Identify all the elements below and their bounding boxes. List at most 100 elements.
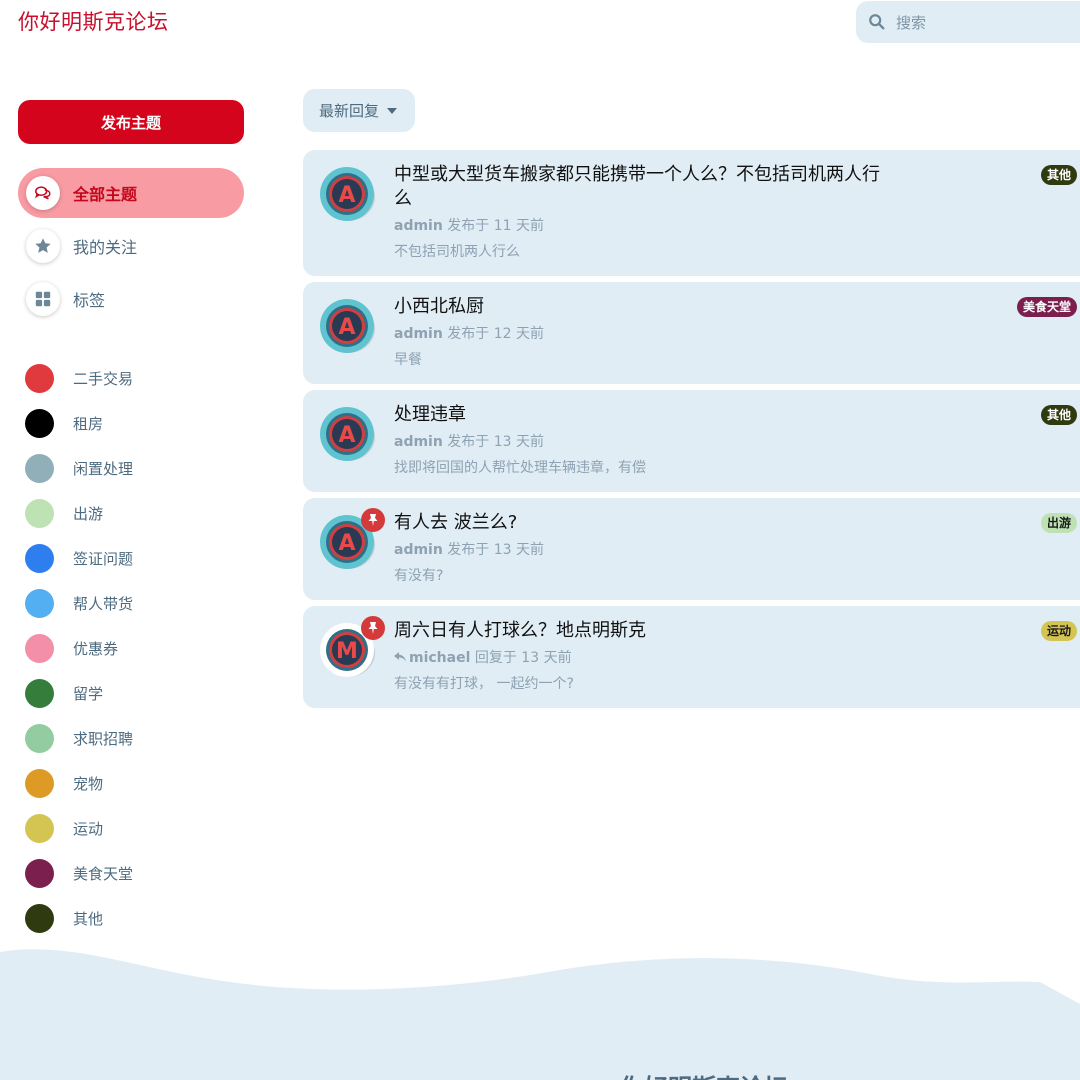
author-name[interactable]: admin — [394, 326, 443, 342]
tag-color-dot — [25, 634, 54, 663]
discussion-excerpt: 找即将回国的人帮忙处理车辆违章，有偿 — [394, 460, 646, 476]
tag-label: 留学 — [73, 685, 104, 703]
caret-down-icon — [387, 107, 398, 114]
nav-following[interactable]: 我的关注 — [18, 221, 244, 271]
avatar[interactable]: A — [317, 404, 377, 464]
tag-label: 二手交易 — [73, 370, 134, 388]
search-icon — [869, 14, 885, 30]
discussion-title[interactable]: 中型或大型货车搬家都只能携带一个人么？不包括司机两人行么 — [394, 163, 894, 211]
comments-icon — [26, 176, 60, 210]
sidebar-tag-item[interactable]: 美食天堂 — [25, 851, 133, 896]
start-discussion-button[interactable]: 发布主题 — [18, 100, 244, 144]
discussion-title[interactable]: 小西北私厨 — [394, 295, 894, 319]
footer-title: 你好明斯克论坛 — [620, 1068, 788, 1080]
discussion-item[interactable]: A 中型或大型货车搬家都只能携带一个人么？不包括司机两人行么 admin 发布于 1… — [303, 150, 1080, 276]
discussion-item[interactable]: A 处理违章 admin 发布于 13 天前找即将回国的人帮忙处理车辆违章，有偿 其他 — [303, 390, 1080, 492]
star-icon — [26, 229, 60, 263]
sidebar-tag-item[interactable]: 出游 — [25, 491, 133, 536]
tag-label: 出游 — [73, 505, 104, 523]
discussion-title[interactable]: 处理违章 — [394, 403, 894, 427]
tag-color-dot — [25, 544, 54, 573]
tag-label: 租房 — [73, 415, 104, 433]
post-time: 回复于 13 天前 — [474, 650, 572, 666]
discussion-item[interactable]: A 有人去 波兰么? admin 发布于 13 天前 有没有? 出游 — [303, 498, 1080, 600]
nav-all-discussions[interactable]: 全部主题 — [18, 168, 244, 218]
tag-label: 其他 — [73, 910, 104, 928]
tag-color-dot — [25, 679, 54, 708]
post-time: 发布于 12 天前 — [447, 326, 544, 342]
tag-list: 二手交易租房闲置处理出游签证问题帮人带货优惠券留学求职招聘宠物运动美食天堂其他 — [25, 356, 133, 941]
avatar[interactable]: A — [317, 296, 377, 356]
nav-tags[interactable]: 标签 — [18, 274, 244, 324]
tag-label: 帮人带货 — [73, 595, 134, 613]
tag-color-dot — [25, 769, 54, 798]
author-name[interactable]: admin — [394, 434, 443, 450]
sort-label: 最新回复 — [319, 102, 380, 120]
discussion-title[interactable]: 周六日有人打球么？地点明斯克 — [394, 619, 894, 643]
sidebar-tag-item[interactable]: 二手交易 — [25, 356, 133, 401]
sidebar-nav: 全部主题 我的关注 标签 — [18, 168, 244, 327]
tag-color-dot — [25, 409, 54, 438]
discussion-meta: admin 发布于 11 天前 — [394, 216, 1080, 236]
nav-label: 全部主题 — [73, 185, 138, 204]
svg-text:A: A — [338, 183, 355, 208]
author-name[interactable]: admin — [394, 218, 443, 234]
svg-text:A: A — [338, 423, 355, 448]
sidebar-tag-item[interactable]: 帮人带货 — [25, 581, 133, 626]
discussion-meta: michael 回复于 13 天前 — [394, 648, 1080, 668]
discussion-meta: admin 发布于 12 天前 — [394, 324, 1080, 344]
tag-badge[interactable]: 运动 — [1040, 621, 1077, 641]
sidebar-tag-item[interactable]: 宠物 — [25, 761, 133, 806]
tag-badge[interactable]: 其他 — [1040, 165, 1077, 185]
discussion-excerpt: 不包括司机两人行么 — [394, 244, 520, 260]
tag-label: 美食天堂 — [73, 865, 134, 883]
sidebar-tag-item[interactable]: 签证问题 — [25, 536, 133, 581]
tag-badge[interactable]: 其他 — [1040, 405, 1077, 425]
sidebar-tag-item[interactable]: 求职招聘 — [25, 716, 133, 761]
tag-label: 闲置处理 — [73, 460, 134, 478]
author-name[interactable]: michael — [409, 650, 470, 666]
sidebar-tag-item[interactable]: 其他 — [25, 896, 133, 941]
tag-badge[interactable]: 出游 — [1040, 513, 1077, 533]
forum-title[interactable]: 你好明斯克论坛 — [18, 6, 169, 36]
search-field[interactable]: 搜索 — [856, 1, 1080, 43]
post-time: 发布于 13 天前 — [447, 542, 544, 558]
tag-color-dot — [25, 859, 54, 888]
discussion-excerpt: 有没有有打球， 一起约一个? — [394, 676, 574, 692]
reply-icon — [394, 652, 406, 662]
avatar[interactable]: A — [317, 164, 377, 224]
sort-dropdown[interactable]: 最新回复 — [303, 89, 415, 132]
discussion-item[interactable]: M 周六日有人打球么？地点明斯克 michael 回复于 13 天前有没有有打球， … — [303, 606, 1080, 708]
discussion-meta: admin 发布于 13 天前 — [394, 432, 1080, 452]
nav-label: 标签 — [73, 291, 106, 310]
discussion-excerpt: 有没有? — [394, 568, 444, 584]
tag-color-dot — [25, 454, 54, 483]
footer-wave — [0, 940, 1080, 1080]
tag-color-dot — [25, 499, 54, 528]
sidebar-tag-item[interactable]: 闲置处理 — [25, 446, 133, 491]
discussion-meta: admin 发布于 13 天前 — [394, 540, 1080, 560]
discussion-excerpt: 早餐 — [394, 352, 422, 368]
tag-label: 运动 — [73, 820, 104, 838]
svg-text:A: A — [338, 531, 355, 556]
discussion-title[interactable]: 有人去 波兰么? — [394, 511, 894, 535]
svg-text:M: M — [336, 639, 358, 664]
tag-label: 宠物 — [73, 775, 104, 793]
author-name[interactable]: admin — [394, 542, 443, 558]
tag-label: 签证问题 — [73, 550, 134, 568]
sidebar-tag-item[interactable]: 优惠券 — [25, 626, 133, 671]
tag-badge[interactable]: 美食天堂 — [1016, 297, 1077, 317]
grid-icon — [26, 282, 60, 316]
tag-color-dot — [25, 814, 54, 843]
nav-label: 我的关注 — [73, 238, 138, 257]
tag-label: 求职招聘 — [73, 730, 134, 748]
post-time: 发布于 13 天前 — [447, 434, 544, 450]
sidebar-tag-item[interactable]: 租房 — [25, 401, 133, 446]
discussion-item[interactable]: A 小西北私厨 admin 发布于 12 天前早餐 美食天堂 — [303, 282, 1080, 384]
tag-color-dot — [25, 364, 54, 393]
pin-icon — [361, 616, 385, 640]
post-time: 发布于 11 天前 — [447, 218, 544, 234]
sidebar-tag-item[interactable]: 运动 — [25, 806, 133, 851]
svg-text:A: A — [338, 315, 355, 340]
sidebar-tag-item[interactable]: 留学 — [25, 671, 133, 716]
